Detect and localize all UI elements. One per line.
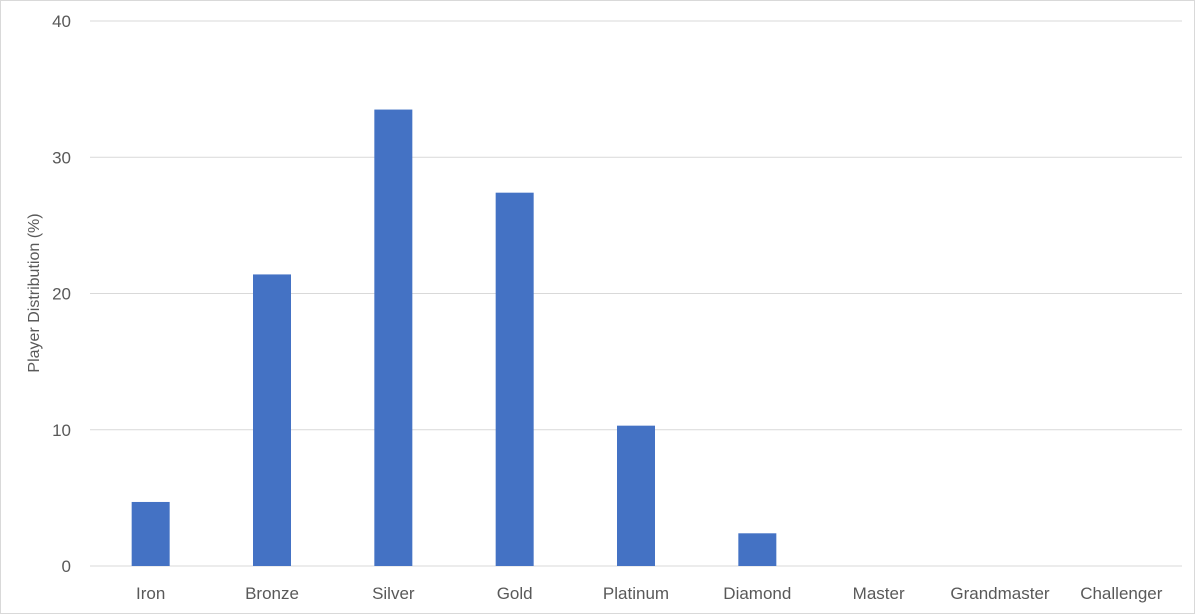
bar-diamond [738, 533, 777, 566]
y-tick-label: 30 [52, 148, 71, 167]
bars [131, 109, 777, 567]
x-tick-label: Gold [497, 584, 533, 603]
x-tick-label: Challenger [1080, 584, 1163, 603]
bar-bronze [253, 274, 291, 566]
y-axis-ticks: 0 10 20 30 40 [52, 12, 71, 576]
x-tick-label: Grandmaster [950, 584, 1050, 603]
y-axis-title: Player Distribution (%) [26, 213, 43, 372]
x-tick-label: Bronze [245, 584, 299, 603]
bar-iron [131, 501, 170, 566]
x-axis-labels: Iron Bronze Silver Gold Platinum Diamond Maste… [136, 584, 1163, 603]
bar-gold [495, 192, 534, 567]
bar-chart: 0 10 20 30 40 Iron Bronze Silver Gold Platinum Di… [26, 12, 1182, 603]
chart-frame: 0 10 20 30 40 Iron Bronze Silver Gold Platinum Di… [0, 0, 1195, 614]
x-tick-label: Platinum [603, 584, 669, 603]
bar-platinum [617, 425, 655, 566]
x-tick-label: Iron [136, 584, 165, 603]
x-tick-label: Silver [372, 584, 415, 603]
y-tick-label: 10 [52, 421, 71, 440]
y-tick-label: 0 [62, 557, 71, 576]
bar-silver [374, 109, 413, 566]
x-tick-label: Master [853, 584, 905, 603]
y-tick-label: 40 [52, 12, 71, 31]
x-tick-label: Diamond [723, 584, 791, 603]
y-tick-label: 20 [52, 285, 71, 304]
